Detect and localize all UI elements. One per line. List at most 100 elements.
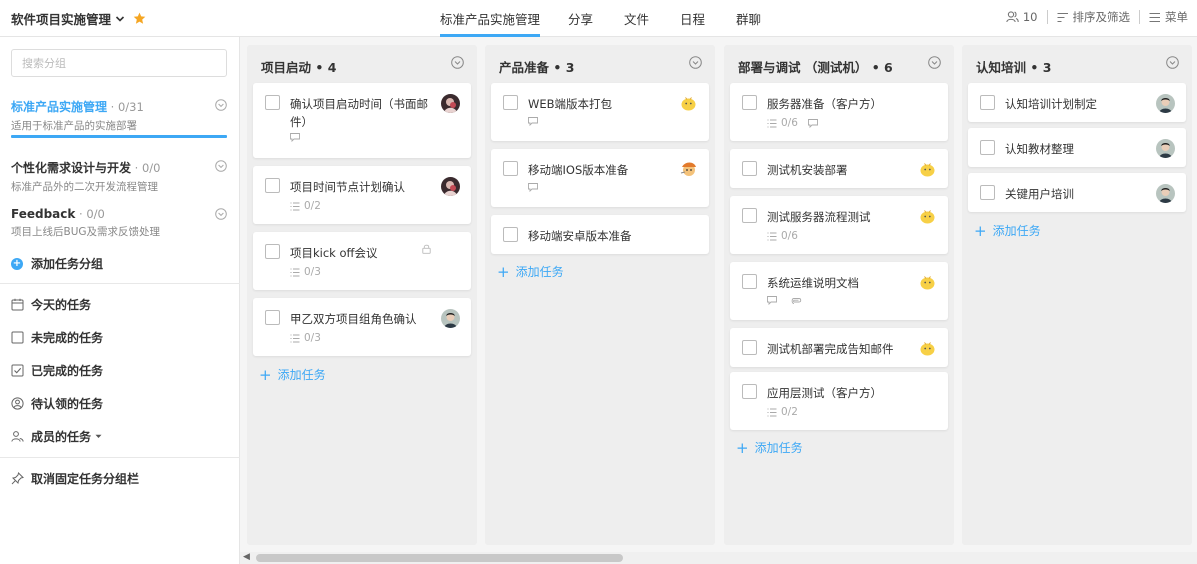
chevron-circle-icon[interactable] (215, 208, 227, 220)
task-checkbox[interactable] (503, 95, 518, 110)
task-card[interactable]: 移动端IOS版本准备 (491, 149, 709, 207)
filter-unclaimed[interactable]: 待认领的任务 (11, 395, 103, 412)
task-card[interactable]: 服务器准备（客户方） 0/6 (730, 83, 948, 141)
column-menu-icon[interactable] (689, 56, 702, 69)
task-checkbox[interactable] (980, 95, 995, 110)
column-deploy-debug: 部署与调试 （测试机） • 6 服务器准备（客户方） 0/6 测试机安装部署 测… (724, 45, 954, 545)
task-checkbox[interactable] (503, 161, 518, 176)
task-card[interactable]: WEB端版本打包 (491, 83, 709, 141)
task-card[interactable]: 测试机安装部署 (730, 149, 948, 188)
avatar (441, 309, 460, 328)
group-count: · 0/0 (75, 207, 105, 221)
add-group-label: 添加任务分组 (31, 257, 104, 271)
group-name: 个性化需求设计与开发 (11, 161, 132, 175)
subtask-count: 0/6 (781, 117, 798, 129)
scrollbar-thumb[interactable] (256, 554, 623, 562)
unpin-sidebar-button[interactable]: 取消固定任务分组栏 (11, 470, 139, 487)
task-checkbox[interactable] (742, 95, 757, 110)
subtask-count: 0/3 (304, 266, 321, 278)
task-title: 认知培训计划制定 (1005, 97, 1097, 111)
chevron-circle-icon[interactable] (215, 99, 227, 111)
menu-button[interactable]: 菜单 (1149, 9, 1188, 25)
column-menu-icon[interactable] (928, 56, 941, 69)
task-card[interactable]: 应用层测试（客户方） 0/2 (730, 372, 948, 430)
task-card[interactable]: 确认项目启动时间（书面邮件） (253, 83, 471, 158)
sidebar: 标准产品实施管理 · 0/31 适用于标准产品的实施部署 个性化需求设计与开发 … (0, 37, 240, 564)
task-checkbox[interactable] (265, 95, 280, 110)
task-checkbox[interactable] (742, 340, 757, 355)
horizontal-scrollbar[interactable]: ◀ (240, 552, 1197, 564)
add-group-button[interactable]: + 添加任务分组 (11, 255, 103, 272)
column-menu-icon[interactable] (1166, 56, 1179, 69)
task-checkbox[interactable] (980, 185, 995, 200)
task-checkbox[interactable] (265, 310, 280, 325)
group-item-custom-dev[interactable]: 个性化需求设计与开发 · 0/0 标准产品外的二次开发流程管理 (11, 159, 227, 194)
task-card[interactable]: 测试服务器流程测试 0/6 (730, 196, 948, 254)
task-card[interactable]: 系统运维说明文档 (730, 262, 948, 320)
task-checkbox[interactable] (742, 274, 757, 289)
add-task-label: 添加任务 (277, 368, 326, 382)
task-card[interactable]: 甲乙双方项目组角色确认 0/3 (253, 298, 471, 356)
add-task-button[interactable]: + 添加任务 (497, 263, 564, 280)
filter-incomplete[interactable]: 未完成的任务 (11, 329, 103, 346)
task-checkbox[interactable] (980, 140, 995, 155)
task-checkbox[interactable] (742, 208, 757, 223)
task-checkbox[interactable] (265, 244, 280, 259)
tab-group-chat[interactable]: 群聊 (736, 9, 761, 28)
task-card[interactable]: 测试机部署完成告知邮件 (730, 328, 948, 367)
avatar (1156, 184, 1175, 203)
group-count: · 0/31 (107, 100, 144, 114)
task-checkbox[interactable] (265, 178, 280, 193)
filter-today[interactable]: 今天的任务 (11, 296, 91, 313)
task-checkbox[interactable] (742, 384, 757, 399)
project-switcher[interactable]: 软件项目实施管理 (11, 9, 146, 28)
column-menu-icon[interactable] (451, 56, 464, 69)
task-card[interactable]: 移动端安卓版本准备 (491, 215, 709, 254)
chevron-down-icon (115, 13, 125, 25)
filter-label: 成员的任务 (31, 430, 92, 444)
comment-icon (807, 118, 818, 128)
divider (0, 457, 240, 458)
filter-completed[interactable]: 已完成的任务 (11, 362, 103, 379)
tab-schedule[interactable]: 日程 (680, 9, 705, 28)
task-card[interactable]: 认知教材整理 (968, 128, 1186, 167)
task-title: WEB端版本打包 (528, 97, 613, 111)
subtask-icon (290, 202, 300, 210)
chevron-circle-icon[interactable] (215, 160, 227, 172)
task-checkbox[interactable] (742, 161, 757, 176)
scroll-left-arrow-icon[interactable]: ◀ (243, 552, 250, 562)
divider (1139, 10, 1140, 24)
sort-filter-button[interactable]: 排序及筛选 (1057, 9, 1130, 25)
add-task-button[interactable]: + 添加任务 (974, 222, 1041, 239)
tab-files[interactable]: 文件 (624, 9, 649, 28)
avatar (679, 94, 698, 113)
calendar-icon (11, 298, 24, 311)
task-card[interactable]: 认知培训计划制定 (968, 83, 1186, 122)
group-search-input[interactable] (11, 49, 227, 77)
group-item-standard[interactable]: 标准产品实施管理 · 0/31 适用于标准产品的实施部署 (11, 98, 227, 138)
task-meta: 0/6 (767, 117, 822, 129)
subtask-icon (290, 268, 300, 276)
divider (1046, 10, 1048, 24)
add-task-button[interactable]: + 添加任务 (736, 439, 803, 456)
task-title: 移动端安卓版本准备 (528, 229, 632, 243)
group-description: 项目上线后BUG及需求反馈处理 (11, 226, 161, 238)
group-item-feedback[interactable]: Feedback · 0/0 项目上线后BUG及需求反馈处理 (11, 207, 227, 239)
tab-standard-implementation[interactable]: 标准产品实施管理 (440, 9, 540, 28)
task-card[interactable]: 项目时间节点计划确认 0/2 (253, 166, 471, 224)
star-icon[interactable] (133, 12, 146, 25)
divider (0, 283, 240, 284)
group-count: · 0/0 (131, 161, 161, 175)
task-checkbox[interactable] (503, 227, 518, 242)
tab-share[interactable]: 分享 (568, 9, 593, 28)
subtask-icon (767, 119, 777, 127)
task-card[interactable]: 关键用户培训 (968, 173, 1186, 212)
caret-down-icon (95, 434, 102, 438)
add-task-button[interactable]: + 添加任务 (259, 366, 326, 383)
task-board: 项目启动 • 4 确认项目启动时间（书面邮件） 项目时间节点计划确认 0/2 项… (240, 37, 1197, 564)
members-button[interactable]: 10 (1006, 10, 1038, 24)
task-card[interactable]: 项目kick off会议 0/3 (253, 232, 471, 290)
user-circle-icon (11, 397, 24, 410)
filter-member-tasks[interactable]: 成员的任务 (11, 428, 102, 445)
subtask-count: 0/3 (304, 332, 321, 344)
